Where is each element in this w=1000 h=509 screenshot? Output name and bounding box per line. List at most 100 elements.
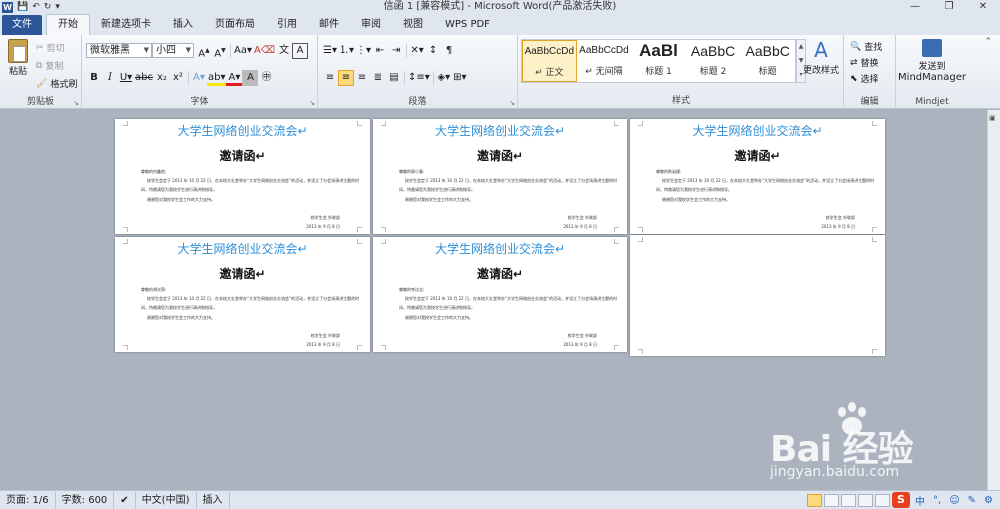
ime-chinese-toggle[interactable]: 中 [912, 493, 928, 508]
tab-review[interactable]: 审阅 [350, 15, 392, 35]
strikethrough-icon[interactable]: abc [134, 70, 154, 86]
char-shading-icon[interactable]: A [242, 70, 259, 86]
undo-icon[interactable]: ↶ [32, 1, 40, 13]
paste-button[interactable]: 粘贴 [4, 39, 32, 77]
phonetic-guide-icon[interactable]: 文 [276, 43, 292, 59]
tab-home[interactable]: 开始 [46, 14, 90, 35]
save-icon[interactable]: 💾 [17, 1, 28, 13]
change-styles-button[interactable]: A 更改样式 [800, 39, 842, 76]
full-screen-reading-icon[interactable] [824, 493, 840, 507]
format-painter-button[interactable]: 🖌 格式刷 [36, 77, 77, 91]
minimize-button[interactable]: — [898, 0, 932, 14]
ruler-toggle-icon[interactable]: ▣ [989, 114, 996, 122]
ime-punctuation-toggle[interactable]: °, [930, 495, 944, 506]
replace-button[interactable]: ⇄ 替换 [850, 56, 879, 70]
language-indicator[interactable]: 中文(中国) [136, 491, 197, 509]
send-to-mindmanager-button[interactable]: 发送到 MindManager [896, 39, 968, 83]
redo-icon[interactable]: ↻ [44, 1, 52, 13]
change-case-icon[interactable]: Aa▾ [233, 43, 253, 59]
insert-mode[interactable]: 插入 [197, 491, 230, 509]
collapse-ribbon-icon[interactable]: ⌃ [984, 37, 992, 47]
bold-icon[interactable]: B [86, 70, 102, 86]
proofing-icon[interactable]: ✔ [114, 491, 136, 509]
style-heading-2[interactable]: AaBbC 标题 2 [686, 40, 741, 82]
highlight-icon[interactable]: ab▾ [206, 70, 227, 86]
decrease-indent-icon[interactable]: ⇤ [372, 43, 388, 59]
style-title[interactable]: AaBbC 标题 [740, 40, 795, 82]
style-normal[interactable]: AaBbCcDd ↵ 正文 [522, 40, 577, 82]
tab-view[interactable]: 视图 [392, 15, 434, 35]
italic-icon[interactable]: I [102, 70, 118, 86]
outline-view-icon[interactable] [858, 493, 874, 507]
chinese-layout-icon[interactable]: ✕▾ [409, 43, 425, 59]
customize-qat-icon[interactable]: ▾ [55, 1, 60, 13]
numbering-icon[interactable]: ⒈▾ [338, 43, 355, 59]
page-heading: 邀请函↵ [219, 149, 266, 163]
tab-mailings[interactable]: 邮件 [308, 15, 350, 35]
tab-insert[interactable]: 插入 [162, 15, 204, 35]
multilevel-list-icon[interactable]: ⋮▾ [355, 43, 372, 59]
select-button[interactable]: ⬉ 选择 [850, 72, 879, 86]
find-button[interactable]: 🔍 查找 [850, 40, 882, 54]
tab-file[interactable]: 文件 [2, 15, 42, 35]
show-marks-icon[interactable]: ¶ [441, 43, 457, 59]
subscript-icon[interactable]: x₂ [154, 70, 170, 86]
enclose-char-icon[interactable]: ㊥ [258, 70, 274, 86]
clear-format-icon[interactable]: A⌫ [253, 43, 276, 59]
cut-button[interactable]: ✂ 剪切 [36, 41, 65, 55]
ime-handwriting-icon[interactable]: ✎ [965, 495, 979, 506]
superscript-icon[interactable]: x² [170, 70, 186, 86]
clipboard-launcher-icon[interactable]: ↘ [73, 99, 79, 107]
web-layout-icon[interactable] [841, 493, 857, 507]
char-border-icon[interactable]: A [291, 43, 308, 59]
page-body: 谢谢您对我校学生会工作的大力支持。 [405, 197, 473, 202]
increase-indent-icon[interactable]: ⇥ [388, 43, 404, 59]
align-left-icon[interactable]: ≡ [322, 70, 338, 86]
align-center-icon[interactable]: ≡ [338, 70, 354, 86]
page-count[interactable]: 页面: 1/6 [0, 491, 56, 509]
replace-label: 替换 [860, 59, 879, 69]
borders-icon[interactable]: ⊞▾ [452, 70, 468, 86]
page-greeting: 尊敬的李达志: [399, 287, 425, 292]
shrink-font-icon[interactable]: A▼ [212, 43, 228, 59]
paragraph-launcher-icon[interactable]: ↘ [509, 99, 515, 107]
shading-icon[interactable]: ◈▾ [436, 70, 452, 86]
underline-icon[interactable]: U▾ [118, 70, 134, 86]
page-1[interactable]: 大学生网络创业交流会↵ 邀请函↵ 尊敬的何鑫他: 校学生会定于 2013 年 1… [115, 119, 370, 234]
bullets-icon[interactable]: ☰▾ [322, 43, 338, 59]
ime-emoji-icon[interactable]: ☺ [946, 495, 962, 506]
style-heading-1[interactable]: AaBl 标题 1 [631, 40, 686, 82]
page-5[interactable]: 大学生网络创业交流会↵ 邀请函↵ 尊敬的李达志: 校学生会定于 2013 年 1… [373, 237, 627, 352]
print-layout-view-icon[interactable] [807, 493, 823, 507]
font-color-icon[interactable]: A▾ [226, 70, 243, 86]
page-body: 校学生会定于 2013 年 10 月 22 日，在本校大礼堂举办“大学生网络创业… [405, 296, 618, 301]
close-button[interactable]: ✕ [966, 0, 1000, 14]
justify-icon[interactable]: ≣ [370, 70, 386, 86]
distribute-icon[interactable]: ▤ [386, 70, 402, 86]
tab-references[interactable]: 引用 [266, 15, 308, 35]
sort-icon[interactable]: ↕ [425, 43, 441, 59]
font-name-combo[interactable]: 微软雅黑 ▼ [86, 43, 152, 58]
font-size-combo[interactable]: 小四 ▼ [152, 43, 194, 58]
word-count[interactable]: 字数: 600 [56, 491, 115, 509]
grow-font-icon[interactable]: A▲ [196, 43, 212, 59]
page-6[interactable] [630, 235, 885, 356]
align-right-icon[interactable]: ≡ [354, 70, 370, 86]
style-no-spacing[interactable]: AaBbCcDd ↵ 无间隔 [577, 40, 632, 82]
tab-new[interactable]: 新建选项卡 [90, 15, 162, 35]
restore-button[interactable]: ❐ [932, 0, 966, 14]
page-2[interactable]: 大学生网络创业交流会↵ 邀请函↵ 尊敬的郭小春: 校学生会定于 2013 年 1… [373, 119, 627, 234]
page-4[interactable]: 大学生网络创业交流会↵ 邀请函↵ 尊敬的胡光荣: 校学生会定于 2013 年 1… [115, 237, 370, 352]
word-logo-icon[interactable]: W [2, 1, 13, 13]
page-3[interactable]: 大学生网络创业交流会↵ 邀请函↵ 尊敬的陈岩捷: 校学生会定于 2013 年 1… [630, 119, 885, 234]
tab-page-layout[interactable]: 页面布局 [204, 15, 266, 35]
tab-wps-pdf[interactable]: WPS PDF [434, 15, 501, 35]
draft-view-icon[interactable] [875, 493, 891, 507]
ribbon: 粘贴 ✂ 剪切 ⧉ 复制 🖌 格式刷 剪贴板 ↘ 微软雅黑 ▼ 小四 ▼ A▲ A▼ Aa… [0, 35, 1000, 109]
line-spacing-icon[interactable]: ↕≡▾ [407, 70, 431, 86]
text-effects-icon[interactable]: A▾ [191, 70, 207, 86]
copy-button[interactable]: ⧉ 复制 [36, 59, 63, 73]
sogou-ime-icon[interactable]: S [892, 492, 911, 508]
font-launcher-icon[interactable]: ↘ [309, 99, 315, 107]
ime-settings-icon[interactable]: ⚙ [981, 495, 996, 506]
